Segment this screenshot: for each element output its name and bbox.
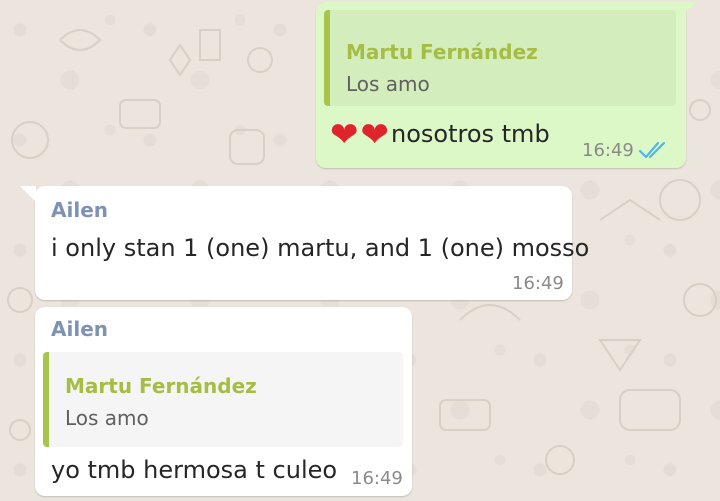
message-bubble-outgoing[interactable]: Martu Fernández Los amo ❤❤nosotros tmb 1…	[316, 2, 686, 168]
double-check-read-icon	[638, 141, 666, 159]
heart-emoji: ❤	[330, 115, 359, 155]
message-bubble-incoming[interactable]: Ailen i only stan 1 (one) martu, and 1 (…	[35, 186, 589, 300]
sender-name: Ailen	[51, 198, 108, 222]
message-time: 16:49	[582, 140, 634, 161]
message-bubble-incoming[interactable]: Ailen Martu Fernández Los amo yo tmb her…	[35, 307, 412, 496]
message-time: 16:49	[351, 468, 403, 489]
heart-emoji: ❤	[360, 115, 390, 155]
message-text-body: nosotros tmb	[391, 120, 550, 148]
bubble-tail-incoming	[20, 186, 36, 202]
message-text: ❤❤nosotros tmb	[330, 118, 550, 152]
quoted-text: Los amo	[346, 72, 430, 96]
quoted-author: Martu Fernández	[65, 374, 257, 398]
message-text: i only stan 1 (one) martu, and 1 (one) m…	[51, 234, 590, 262]
quoted-message[interactable]: Martu Fernández Los amo	[324, 10, 676, 106]
quoted-author: Martu Fernández	[346, 40, 538, 64]
message-time: 16:49	[512, 273, 564, 294]
quoted-text: Los amo	[65, 406, 149, 430]
quoted-message[interactable]: Martu Fernández Los amo	[43, 352, 403, 447]
bubble-tail-outgoing	[680, 2, 696, 18]
message-text: yo tmb hermosa t culeo	[51, 456, 338, 484]
sender-name: Ailen	[51, 317, 108, 341]
